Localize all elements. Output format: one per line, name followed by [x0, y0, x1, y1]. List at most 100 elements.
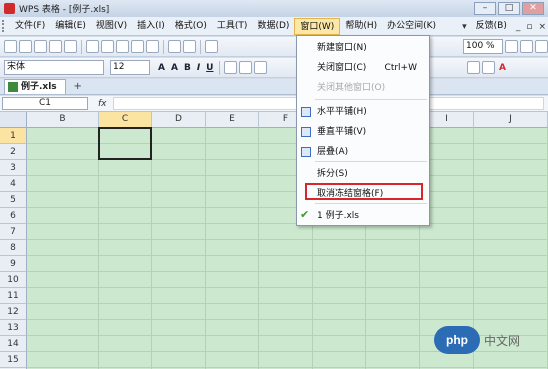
document-tab-bar: 例子.xls + — [0, 79, 548, 95]
column-header-d[interactable]: D — [152, 112, 206, 128]
row-header-11[interactable]: 11 — [0, 288, 27, 304]
toolbar-divider — [163, 39, 164, 54]
font-color-button[interactable]: A — [497, 63, 508, 73]
menu-expand-icon[interactable]: ▾ — [460, 22, 469, 32]
row-header-7[interactable]: 7 — [0, 224, 27, 240]
column-header-b[interactable]: B — [27, 112, 99, 128]
row-header-4[interactable]: 4 — [0, 176, 27, 192]
grow-font-button[interactable]: A — [156, 63, 167, 73]
table-icon[interactable] — [205, 40, 218, 53]
zoom-select[interactable]: 100 % — [463, 39, 503, 54]
menu-item-label: 新建窗口(N) — [317, 43, 367, 53]
row-header-8[interactable]: 8 — [0, 240, 27, 256]
menu-separator — [315, 161, 427, 162]
window-controls: – □ ✕ — [474, 2, 544, 15]
row-header-3[interactable]: 3 — [0, 160, 27, 176]
active-cell[interactable] — [98, 127, 152, 160]
document-tab[interactable]: 例子.xls — [4, 79, 66, 94]
row-header-15[interactable]: 15 — [0, 352, 27, 368]
watermark-badge: php — [434, 326, 480, 354]
row-header-12[interactable]: 12 — [0, 304, 27, 320]
excel-file-icon — [8, 82, 18, 92]
grid-line — [27, 255, 548, 256]
menu-office-space[interactable]: 办公空间(K) — [382, 18, 441, 35]
open-file-icon[interactable] — [19, 40, 32, 53]
menu-item-close-window[interactable]: 关闭窗口(C) Ctrl+W — [297, 58, 429, 78]
grid-line — [27, 191, 548, 192]
spellcheck-icon[interactable] — [86, 40, 99, 53]
help-icon[interactable] — [505, 40, 518, 53]
doc-restore-icon[interactable]: ▫ — [524, 22, 534, 32]
grid-line — [27, 239, 548, 240]
font-select[interactable]: 宋体 — [4, 60, 104, 75]
tile-horizontal-icon — [301, 107, 311, 117]
menu-bar: 文件(F) 编辑(E) 视图(V) 插入(I) 格式(O) 工具(T) 数据(D… — [0, 17, 548, 36]
menu-view[interactable]: 视图(V) — [91, 18, 132, 35]
shrink-font-button[interactable]: A — [169, 63, 180, 73]
bold-button[interactable]: B — [182, 63, 193, 73]
row-header-9[interactable]: 9 — [0, 256, 27, 272]
grid-line — [27, 367, 548, 368]
column-header-c[interactable]: C — [99, 112, 152, 128]
row-header-13[interactable]: 13 — [0, 320, 27, 336]
row-header-14[interactable]: 14 — [0, 336, 27, 352]
redo-icon[interactable] — [183, 40, 196, 53]
row-header-10[interactable]: 10 — [0, 272, 27, 288]
new-file-icon[interactable] — [4, 40, 17, 53]
fill-color-icon[interactable] — [482, 61, 496, 74]
borders-icon[interactable] — [467, 61, 481, 74]
wps-logo-icon — [4, 3, 15, 14]
row-header-2[interactable]: 2 — [0, 144, 27, 160]
menu-tools[interactable]: 工具(T) — [212, 18, 253, 35]
align-right-icon[interactable] — [254, 61, 268, 74]
menu-separator — [315, 203, 427, 204]
undo-icon[interactable] — [168, 40, 181, 53]
menu-item-label: 关闭窗口(C) — [317, 63, 367, 73]
options-icon[interactable] — [535, 40, 548, 53]
minimize-button[interactable]: – — [474, 2, 496, 15]
name-box[interactable]: C1 — [2, 97, 88, 110]
cut-icon[interactable] — [101, 40, 114, 53]
save-icon[interactable] — [34, 40, 47, 53]
row-header-5[interactable]: 5 — [0, 192, 27, 208]
menu-item-window-1-example-xls[interactable]: ✔ 1 例子.xls — [297, 206, 429, 226]
format-painter-icon[interactable] — [146, 40, 159, 53]
feedback-button[interactable]: 反馈(B) — [471, 18, 512, 35]
column-header-j[interactable]: J — [474, 112, 548, 128]
row-header-6[interactable]: 6 — [0, 208, 27, 224]
menu-help[interactable]: 帮助(H) — [340, 18, 382, 35]
new-tab-button[interactable]: + — [70, 81, 86, 94]
font-size-select[interactable]: 12 — [110, 60, 150, 75]
print-icon[interactable] — [49, 40, 62, 53]
select-all-corner[interactable] — [0, 112, 27, 128]
menu-item-tile-horizontal[interactable]: 水平平铺(H) — [297, 102, 429, 122]
align-center-icon[interactable] — [239, 61, 253, 74]
menu-edit[interactable]: 编辑(E) — [50, 18, 91, 35]
menu-format[interactable]: 格式(O) — [170, 18, 212, 35]
italic-button[interactable]: I — [195, 63, 202, 73]
row-header-1[interactable]: 1 — [0, 128, 27, 144]
doc-minimize-icon[interactable]: _ — [514, 22, 523, 32]
maximize-button[interactable]: □ — [498, 2, 520, 15]
menu-window[interactable]: 窗口(W) — [294, 17, 341, 35]
menu-insert[interactable]: 插入(I) — [132, 18, 170, 35]
menu-item-split[interactable]: 拆分(S) — [297, 164, 429, 184]
menu-item-label: 层叠(A) — [317, 147, 349, 157]
grid-line — [27, 287, 548, 288]
doc-close-icon[interactable]: × — [536, 22, 548, 32]
copy-icon[interactable] — [116, 40, 129, 53]
paste-icon[interactable] — [131, 40, 144, 53]
menu-item-tile-vertical[interactable]: 垂直平铺(V) — [297, 122, 429, 142]
column-header-e[interactable]: E — [206, 112, 259, 128]
menu-item-cascade[interactable]: 层叠(A) — [297, 142, 429, 162]
menu-item-new-window[interactable]: 新建窗口(N) — [297, 38, 429, 58]
underline-button[interactable]: U — [204, 63, 215, 73]
grid-line — [151, 128, 152, 369]
fx-icon[interactable]: fx — [98, 99, 107, 109]
align-left-icon[interactable] — [224, 61, 238, 74]
menu-file[interactable]: 文件(F) — [10, 18, 50, 35]
menu-data[interactable]: 数据(D) — [252, 18, 294, 35]
print-preview-icon[interactable] — [64, 40, 77, 53]
close-button[interactable]: ✕ — [522, 2, 544, 15]
find-icon[interactable] — [520, 40, 533, 53]
